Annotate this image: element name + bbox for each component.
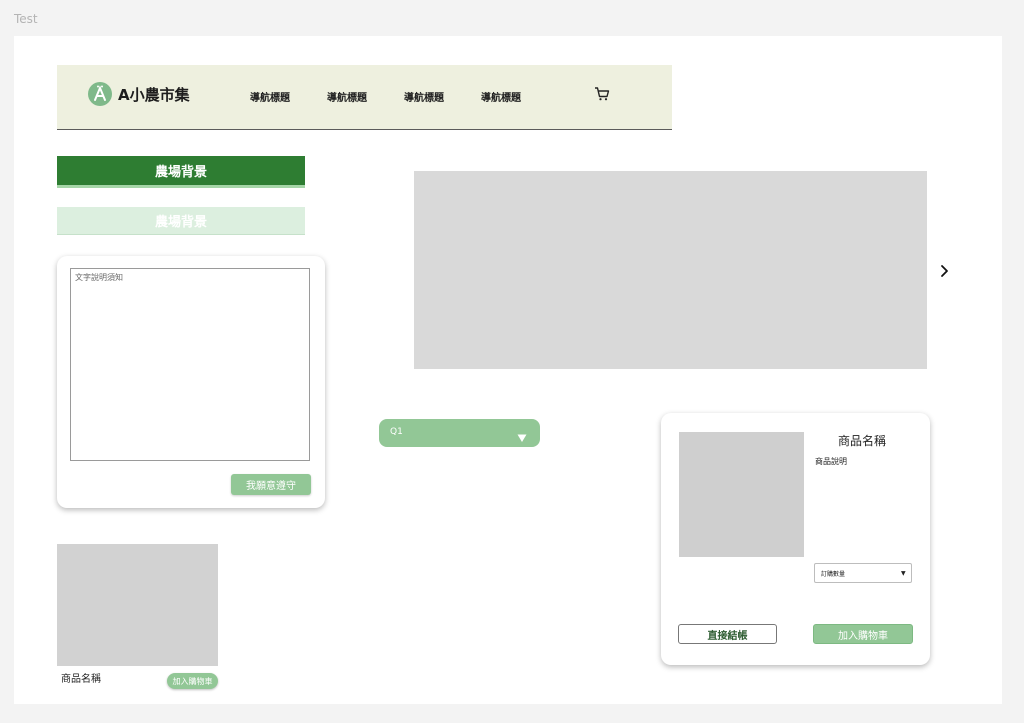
farm-background-button-inactive[interactable]: 農場背景 <box>57 207 305 235</box>
logo-text[interactable]: A小農市集 <box>118 84 190 105</box>
logo-icon <box>88 82 112 106</box>
chevron-right-icon[interactable] <box>939 263 951 277</box>
frame-label: Test <box>14 12 38 26</box>
caret-down-icon <box>517 428 527 442</box>
product-detail-image-placeholder <box>679 432 804 557</box>
checkout-button[interactable]: 直接結帳 <box>678 624 777 644</box>
nav-item-3[interactable]: 導航標題 <box>404 89 444 104</box>
terms-card: 我願意遵守 <box>57 256 325 508</box>
add-to-cart-button-small[interactable]: 加入購物車 <box>167 673 218 689</box>
question-dropdown-value: Q1 <box>390 427 403 437</box>
product-image-placeholder[interactable] <box>57 544 218 666</box>
caret-down-icon: ▼ <box>901 570 906 577</box>
terms-textarea[interactable] <box>70 268 310 461</box>
quantity-select[interactable]: 訂購數量 ▼ <box>814 563 912 583</box>
top-navbar: A小農市集 導航標題 導航標題 導航標題 導航標題 <box>57 65 672 130</box>
nav-item-1[interactable]: 導航標題 <box>250 89 290 104</box>
nav-item-4[interactable]: 導航標題 <box>481 89 521 104</box>
nav-item-2[interactable]: 導航標題 <box>327 89 367 104</box>
agree-button[interactable]: 我願意遵守 <box>231 474 311 495</box>
product-detail-name: 商品名稱 <box>838 434 887 448</box>
quantity-select-label: 訂購數量 <box>821 571 846 578</box>
product-detail-description: 商品說明 <box>815 457 847 466</box>
product-name: 商品名稱 <box>61 674 101 685</box>
cart-icon[interactable] <box>594 86 610 102</box>
farm-background-button-active[interactable]: 農場背景 <box>57 156 305 185</box>
question-dropdown[interactable]: Q1 <box>379 419 540 447</box>
product-detail-card: 商品名稱 商品說明 訂購數量 ▼ 直接結帳 加入購物車 <box>661 413 930 665</box>
add-to-cart-button[interactable]: 加入購物車 <box>813 624 913 644</box>
canvas: A小農市集 導航標題 導航標題 導航標題 導航標題 農場背景 農場背景 我願意遵… <box>14 36 1002 704</box>
banner-image-placeholder <box>414 171 927 369</box>
